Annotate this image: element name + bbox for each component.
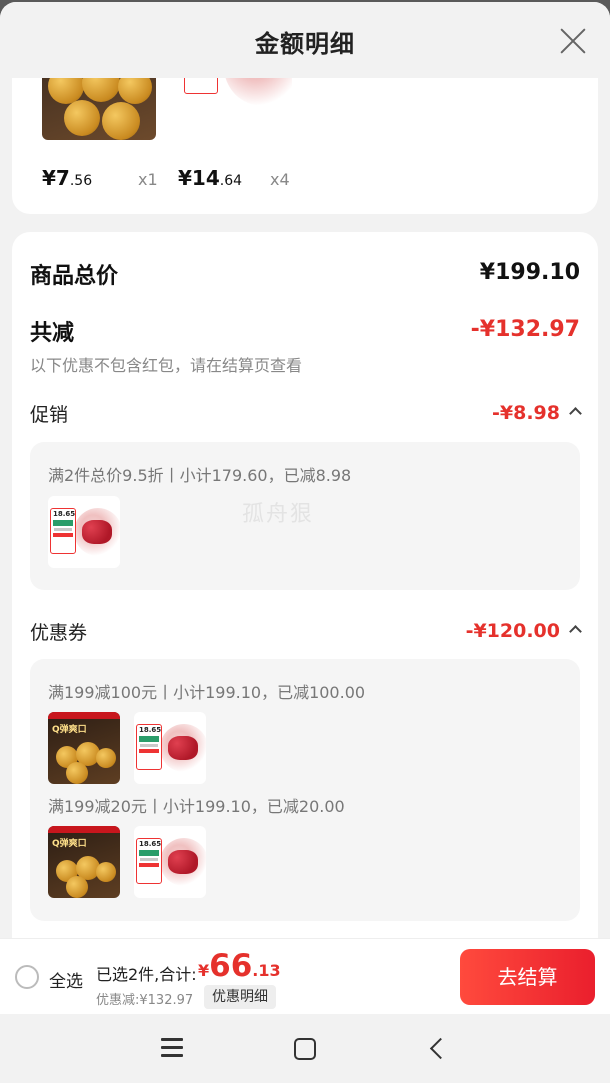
selected-count-text: 已选2件,合计: bbox=[96, 965, 197, 984]
total-amount: ¥66.13 bbox=[198, 948, 281, 984]
total-price-label: 商品总价 bbox=[30, 264, 119, 289]
system-navigation-bar bbox=[0, 1014, 610, 1083]
coupon-rule: 满199减20元丨小计199.10，已减20.00 bbox=[48, 797, 345, 816]
promotion-value: -¥8.98 bbox=[492, 402, 560, 424]
reduction-note: 以下优惠不包含红包，请在结算页查看 bbox=[30, 356, 303, 375]
checkout-bar: 全选 已选2件,合计: ¥66.13 优惠减:¥132.97 优惠明细 去结算 bbox=[0, 938, 610, 1014]
promotion-rule: 满2件总价9.5折丨小计179.60，已减8.98 bbox=[48, 466, 352, 485]
close-icon[interactable] bbox=[558, 26, 588, 56]
product-thumbnail-fishballs[interactable]: Q弹爽口 bbox=[48, 826, 120, 898]
menu-icon[interactable] bbox=[161, 1038, 183, 1058]
product-thumbnail-beef[interactable]: 18.65 bbox=[134, 826, 206, 898]
checkout-button[interactable]: 去结算 bbox=[460, 949, 595, 1005]
select-all-label[interactable]: 全选 bbox=[49, 967, 83, 992]
home-icon[interactable] bbox=[294, 1038, 316, 1060]
product-thumbnail-fishballs[interactable]: Q弹爽口 bbox=[48, 712, 120, 784]
product-thumbnail-beef[interactable]: 18.65 bbox=[134, 712, 206, 784]
total-reduction-label: 共减 bbox=[30, 321, 75, 346]
chevron-up-icon[interactable] bbox=[569, 625, 582, 638]
promotion-label: 促销 bbox=[30, 404, 69, 426]
item-price: ¥14.64 bbox=[178, 166, 243, 190]
chevron-up-icon[interactable] bbox=[569, 407, 582, 420]
coupon-panel: 满199减100元丨小计199.10，已减100.00 Q弹爽口 18.65 满… bbox=[30, 659, 580, 921]
item-quantity: x4 bbox=[270, 170, 290, 189]
coupon-rule: 满199减100元丨小计199.10，已减100.00 bbox=[48, 683, 366, 702]
page-title: 金额明细 bbox=[255, 30, 355, 58]
item-price: ¥7.56 bbox=[42, 166, 93, 190]
coupon-label: 优惠券 bbox=[30, 622, 88, 644]
item-quantity: x1 bbox=[138, 170, 158, 189]
amount-detail-sheet: 18.65 ¥7.56 x1 ¥14.64 x4 金额明细 商品总价 ¥199.… bbox=[0, 2, 610, 1083]
product-thumbnail-beef[interactable]: 18.65 bbox=[48, 496, 120, 568]
discount-summary: 优惠减:¥132.97 bbox=[96, 993, 194, 1008]
total-price-value: ¥199.10 bbox=[479, 260, 580, 285]
select-all-radio[interactable] bbox=[15, 965, 39, 989]
discount-detail-button[interactable]: 优惠明细 bbox=[204, 985, 276, 1009]
coupon-value: -¥120.00 bbox=[465, 620, 560, 642]
sheet-header: 金额明细 bbox=[0, 2, 610, 78]
total-reduction-value: -¥132.97 bbox=[470, 317, 580, 342]
back-icon[interactable] bbox=[429, 1037, 452, 1060]
watermark: 孤舟狠 bbox=[242, 502, 315, 527]
price-breakdown-card: 商品总价 ¥199.10 共减 -¥132.97 以下优惠不包含红包，请在结算页… bbox=[12, 232, 598, 992]
